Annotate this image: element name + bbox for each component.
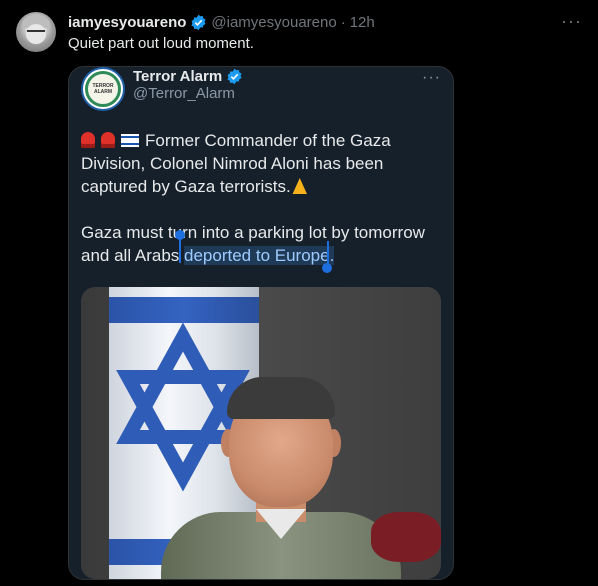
quote-author-name[interactable]: Terror Alarm — [133, 68, 243, 85]
praying-hands-emoji — [292, 178, 307, 194]
verified-badge-icon — [227, 68, 242, 85]
quote-avatar[interactable]: TERROR ALARM — [81, 67, 125, 111]
siren-emoji — [101, 132, 115, 148]
tweet-text: Quiet part out loud moment. — [68, 35, 254, 52]
tweet: iamyesyouareno @iamyesyouareno · 12h ···… — [0, 0, 598, 586]
quote-photo[interactable] — [81, 287, 441, 579]
quote-body: Former Commander of the Gaza Division, C… — [81, 129, 441, 267]
siren-emoji — [81, 132, 95, 148]
quote-more-icon[interactable]: ··· — [422, 69, 441, 87]
selection-start-caret — [179, 233, 181, 263]
quote-paragraph-2: Gaza must turn into a parking lot by tom… — [81, 221, 441, 267]
verified-badge-icon — [191, 14, 206, 30]
avatar-glasses — [27, 30, 45, 36]
quote-paragraph-1: Former Commander of the Gaza Division, C… — [81, 129, 441, 198]
terror-alarm-logo: TERROR ALARM — [85, 71, 121, 107]
selection-end-handle[interactable] — [322, 263, 332, 273]
separator-dot: · — [340, 13, 346, 31]
quote-author-label: Terror Alarm — [133, 68, 223, 85]
avatar[interactable] — [16, 12, 56, 52]
author-name[interactable]: iamyesyouareno — [68, 14, 186, 31]
selected-text[interactable]: deported to Europe. — [184, 246, 335, 265]
tweet-time[interactable]: 12h — [350, 14, 375, 31]
israel-flag-emoji — [121, 134, 139, 147]
portrait-person — [161, 367, 441, 579]
tweet-header: iamyesyouareno @iamyesyouareno · 12h — [68, 12, 375, 32]
more-icon[interactable]: ··· — [561, 12, 582, 30]
beret — [371, 512, 441, 562]
quoted-tweet[interactable]: TERROR ALARM Terror Alarm @Terror_Alarm … — [68, 66, 454, 580]
author-handle[interactable]: @iamyesyouareno — [211, 14, 336, 31]
hair — [227, 377, 335, 419]
quote-author-handle[interactable]: @Terror_Alarm — [133, 85, 235, 102]
